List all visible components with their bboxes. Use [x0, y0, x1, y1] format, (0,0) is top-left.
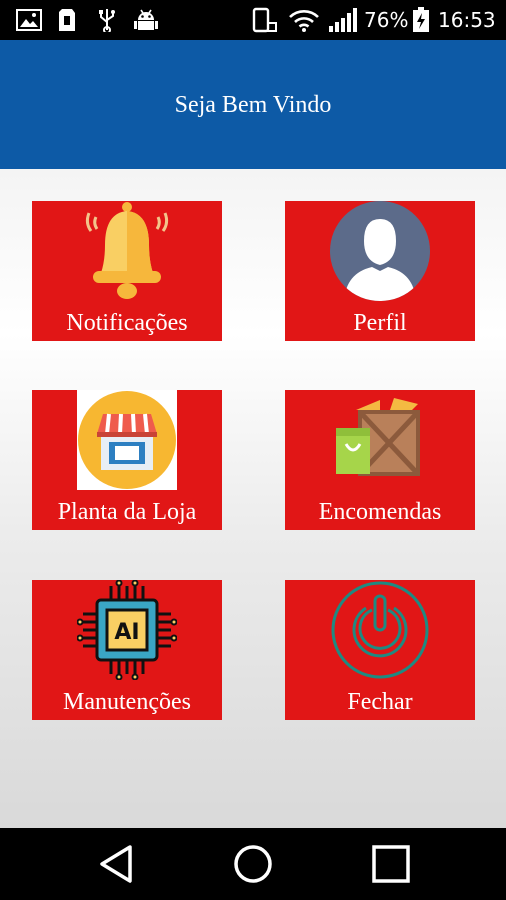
- store-plan-label: Planta da Loja: [57, 499, 197, 525]
- orders-button[interactable]: Encomendas: [285, 390, 475, 530]
- back-button[interactable]: [94, 844, 138, 884]
- user-avatar-icon: [330, 201, 430, 301]
- ai-chip-icon: AI: [77, 580, 177, 680]
- recents-button[interactable]: [369, 844, 413, 884]
- maintenance-button[interactable]: AI Manutenções: [32, 580, 222, 720]
- page-title: Seja Bem Vindo: [174, 92, 332, 118]
- close-app-button[interactable]: Fechar: [285, 580, 475, 720]
- status-bar: 76% 16:53: [0, 0, 506, 40]
- android-debug-icon: [132, 8, 160, 32]
- home-icon: [234, 845, 272, 883]
- notifications-label: Notificações: [66, 310, 188, 336]
- rotation-lock-icon: [246, 7, 278, 33]
- close-app-label: Fechar: [347, 689, 413, 715]
- profile-button[interactable]: Perfil: [285, 201, 475, 341]
- store-plan-button[interactable]: Planta da Loja: [32, 390, 222, 530]
- svg-text:AI: AI: [114, 620, 139, 645]
- notifications-button[interactable]: Notificações: [32, 201, 222, 341]
- wifi-icon: [286, 8, 322, 32]
- profile-label: Perfil: [353, 310, 407, 336]
- back-icon: [100, 845, 132, 883]
- recents-icon: [372, 845, 410, 883]
- sd-card-icon: [56, 8, 78, 32]
- signal-icon: [326, 8, 360, 32]
- dashboard-grid: Notificações Perfil Planta da Loja Encom…: [0, 169, 506, 828]
- bell-icon: [85, 202, 169, 299]
- app-header: Seja Bem Vindo: [0, 40, 506, 169]
- battery-charging-icon: [410, 7, 432, 32]
- image-icon: [14, 8, 44, 32]
- home-button[interactable]: [231, 844, 275, 884]
- orders-label: Encomendas: [318, 499, 442, 525]
- power-icon: [331, 581, 429, 679]
- usb-icon: [95, 8, 119, 32]
- battery-percent: 76%: [364, 8, 409, 32]
- system-nav-bar: [0, 828, 506, 900]
- boxes-icon: [336, 398, 420, 476]
- store-icon: [77, 390, 177, 490]
- clock: 16:53: [438, 8, 496, 32]
- maintenance-label: Manutenções: [63, 689, 191, 715]
